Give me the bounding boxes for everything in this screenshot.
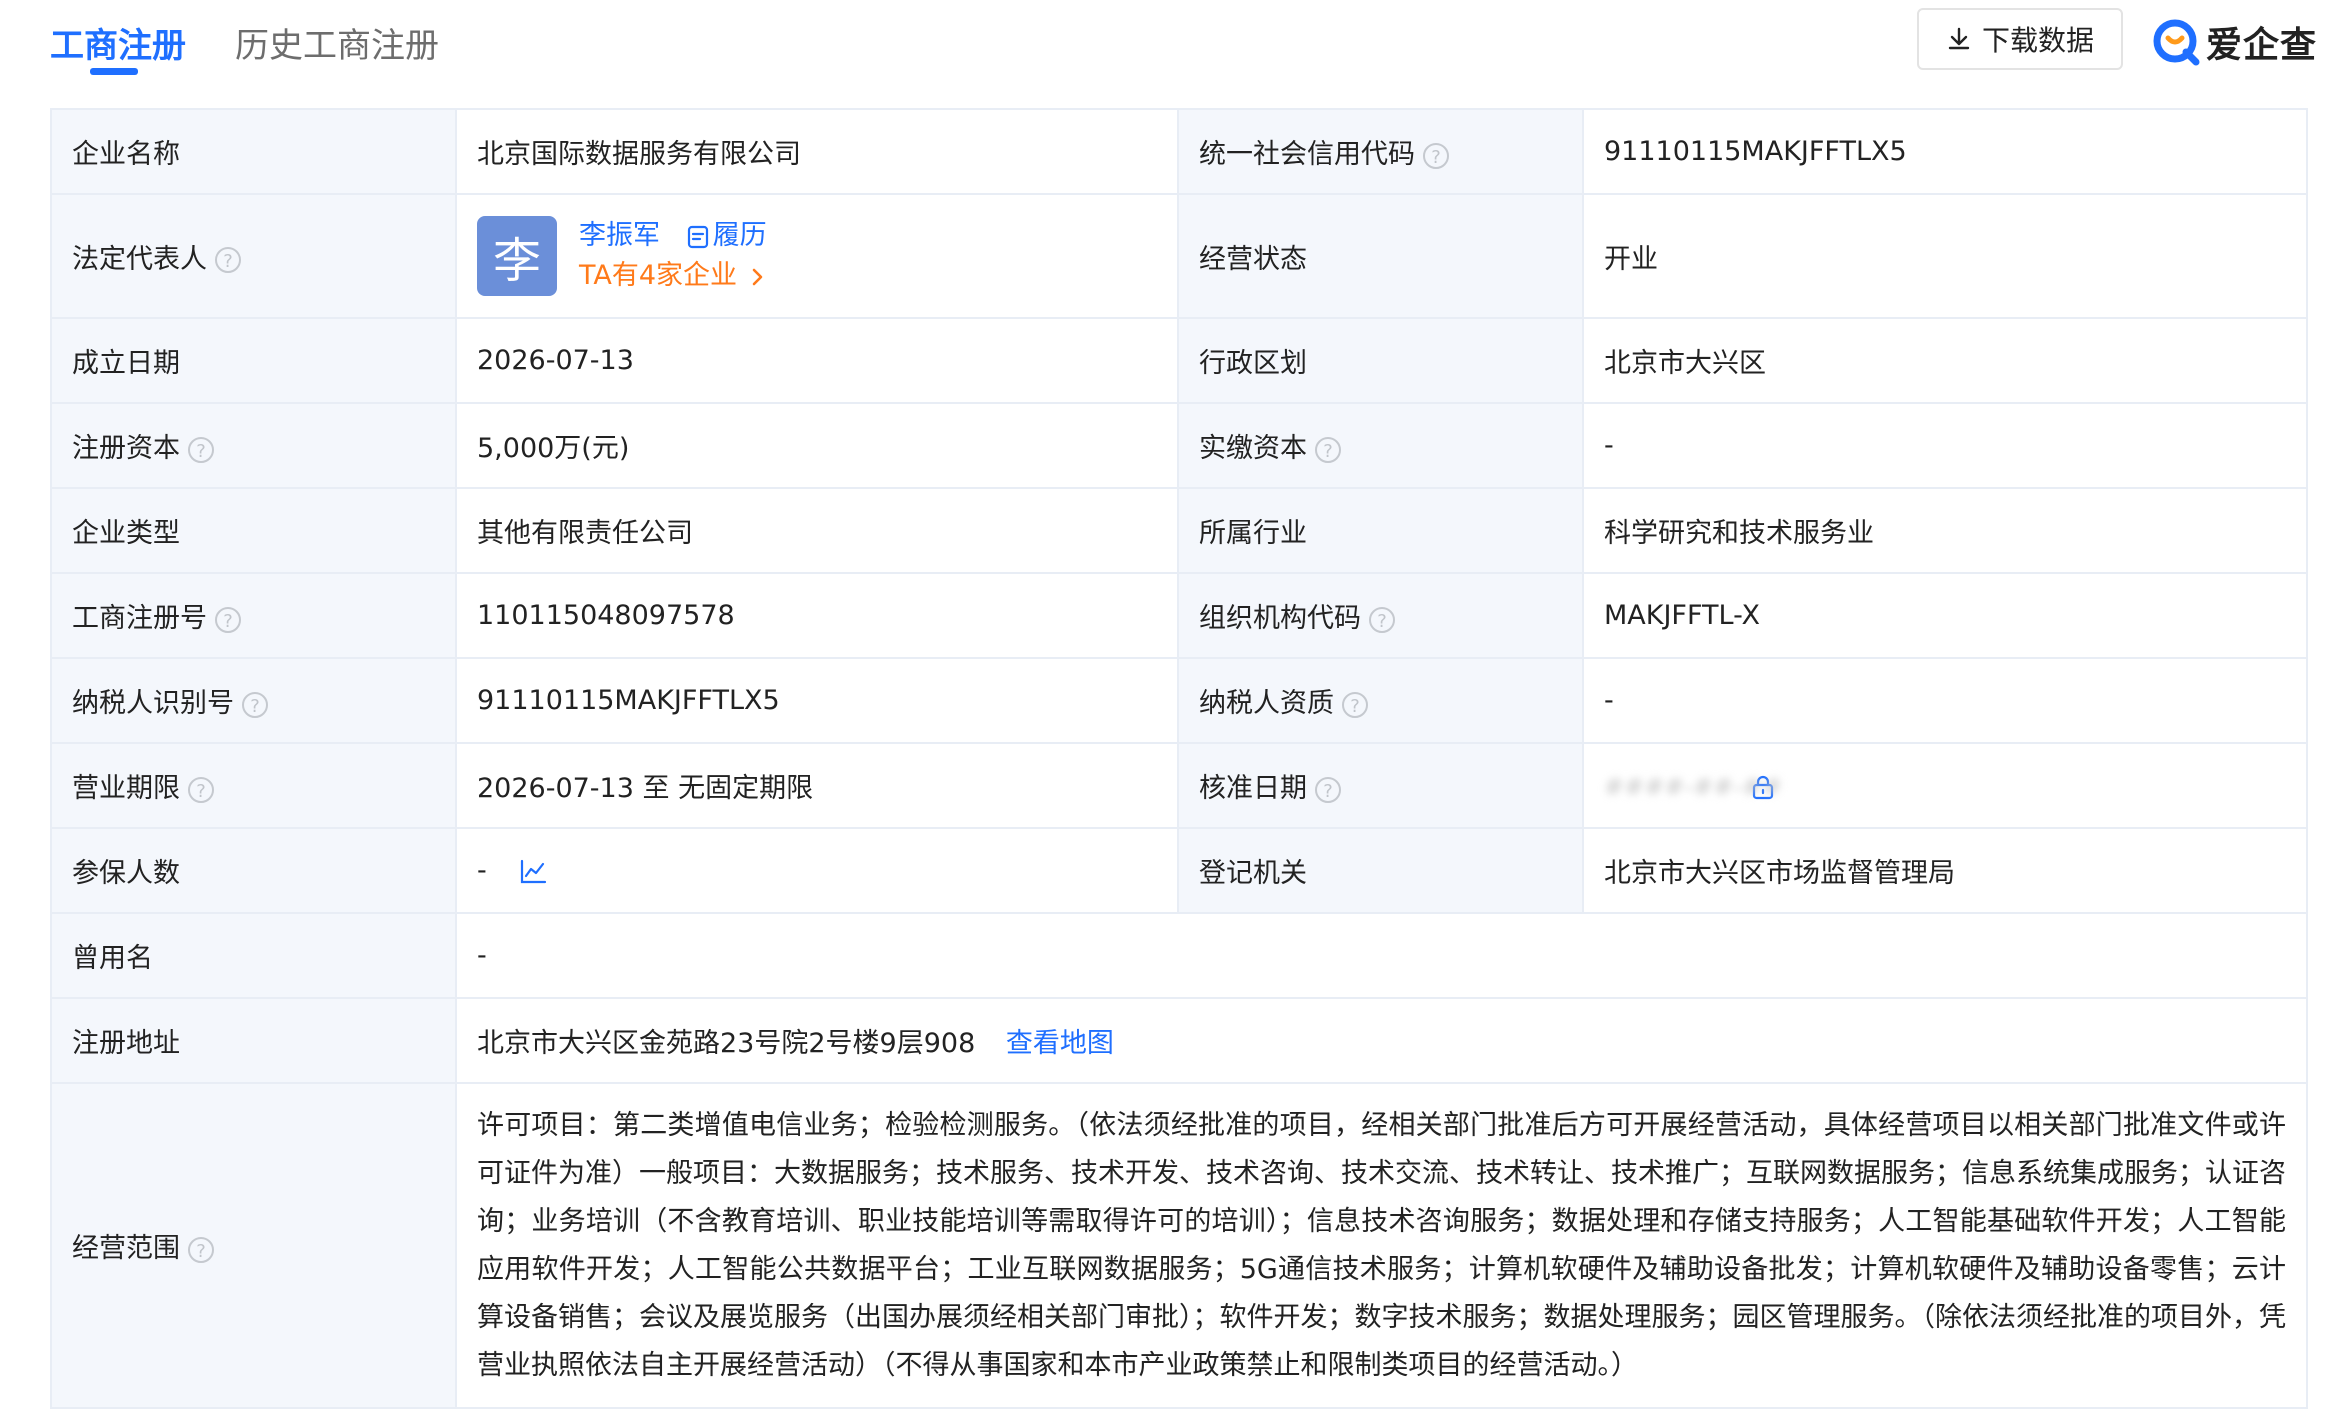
type-label: 企业类型 [50,487,457,574]
org-code-value: MAKJFFTL-X [1582,572,2308,659]
brand-logo[interactable]: 爱企查 [2150,14,2317,70]
avatar[interactable]: 李 [477,216,557,296]
address-value: 北京市大兴区金苑路23号院2号楼9层908 查看地图 [455,997,2308,1084]
org-code-label: 组织机构代码? [1177,572,1584,659]
chevron-right-icon [752,268,762,285]
former-name-value: - [455,912,2308,999]
est-date-label: 成立日期 [50,317,457,404]
region-value: 北京市大兴区 [1582,317,2308,404]
former-name-label: 曾用名 [50,912,457,999]
aiqicha-logo-icon [2153,19,2200,66]
tax-id-value: 91110115MAKJFFTLX5 [455,657,1179,744]
type-value: 其他有限责任公司 [455,487,1179,574]
help-icon[interactable]: ? [242,691,268,718]
insured-label: 参保人数 [50,827,457,914]
help-icon[interactable]: ? [215,247,241,273]
legal-rep-label: 法定代表人? [50,193,457,319]
term-value: 2026-07-13 至 无固定期限 [455,742,1179,829]
status-value: 开业 [1582,193,2308,319]
authority-label: 登记机关 [1177,827,1584,914]
credit-code-value: 91110115MAKJFFTLX5 [1582,108,2308,195]
taxpayer-qual-value: - [1582,657,2308,744]
company-name-label: 企业名称 [50,108,457,195]
table-row: 营业期限? 2026-07-13 至 无固定期限 核准日期? ####-##-#… [50,742,2308,829]
help-icon[interactable]: ? [1315,436,1341,463]
est-date-value: 2026-07-13 [455,317,1179,404]
credit-code-label: 统一社会信用代码? [1177,108,1584,195]
address-label: 注册地址 [50,997,457,1084]
scope-label: 经营范围? [50,1082,457,1409]
table-row: 工商注册号? 110115048097578 组织机构代码? MAKJFFTL-… [50,572,2308,659]
table-row: 曾用名 - [50,912,2308,999]
help-icon[interactable]: ? [215,606,241,633]
approval-date-blurred: ####-##-## [1604,772,1783,801]
table-row: 注册资本? 5,000万(元) 实缴资本? - [50,402,2308,489]
legal-rep-value: 李 李振军 履历 TA有4家企业 [455,193,1179,319]
related-companies-link[interactable]: TA有4家企业 [579,256,767,296]
view-map-link[interactable]: 查看地图 [1006,1028,1114,1059]
tab-history-registration[interactable]: 历史工商注册 [235,18,439,67]
help-icon[interactable]: ? [1342,691,1368,718]
business-info-table: 企业名称 北京国际数据服务有限公司 统一社会信用代码? 91110115MAKJ… [50,108,2308,1409]
term-label: 营业期限? [50,742,457,829]
download-label: 下载数据 [1981,24,2094,57]
table-row: 纳税人识别号? 91110115MAKJFFTLX5 纳税人资质? - [50,657,2308,744]
table-row: 企业名称 北京国际数据服务有限公司 统一社会信用代码? 91110115MAKJ… [50,108,2308,195]
table-row: 成立日期 2026-07-13 行政区划 北京市大兴区 [50,317,2308,404]
approval-date-label: 核准日期? [1177,742,1584,829]
tax-id-label: 纳税人识别号? [50,657,457,744]
authority-value: 北京市大兴区市场监督管理局 [1582,827,2308,914]
paid-capital-label: 实缴资本? [1177,402,1584,489]
table-row: 法定代表人? 李 李振军 履历 TA有4家企业 经营状态 开业 [50,193,2308,319]
taxpayer-qual-label: 纳税人资质? [1177,657,1584,744]
document-icon [687,225,708,248]
table-row: 参保人数 - 登记机关 北京市大兴区市场监督管理局 [50,827,2308,914]
download-data-button[interactable]: 下载数据 [1917,8,2123,70]
scope-value: 许可项目：第二类增值电信业务；检验检测服务。（依法须经批准的项目，经相关部门批准… [455,1082,2308,1409]
reg-no-label: 工商注册号? [50,572,457,659]
industry-label: 所属行业 [1177,487,1584,574]
reg-capital-value: 5,000万(元) [455,402,1179,489]
help-icon[interactable]: ? [1423,142,1449,169]
top-bar: 工商注册 历史工商注册 下载数据 爱企查 [0,0,2326,96]
approval-date-value[interactable]: ####-##-## [1582,742,2308,829]
table-row: 经营范围? 许可项目：第二类增值电信业务；检验检测服务。（依法须经批准的项目，经… [50,1082,2308,1409]
company-name-value: 北京国际数据服务有限公司 [455,108,1179,195]
industry-value: 科学研究和技术服务业 [1582,487,2308,574]
help-icon[interactable]: ? [188,1236,214,1263]
status-label: 经营状态 [1177,193,1584,319]
brand-name: 爱企查 [2206,25,2318,66]
table-row: 企业类型 其他有限责任公司 所属行业 科学研究和技术服务业 [50,487,2308,574]
table-row: 注册地址 北京市大兴区金苑路23号院2号楼9层908 查看地图 [50,997,2308,1084]
help-icon[interactable]: ? [1315,776,1341,803]
region-label: 行政区划 [1177,317,1584,404]
resume-link[interactable]: 履历 [713,220,767,251]
trend-chart-icon[interactable] [519,859,547,885]
help-icon[interactable]: ? [188,776,214,803]
help-icon[interactable]: ? [1369,606,1395,633]
help-icon[interactable]: ? [188,436,214,463]
paid-capital-value: - [1582,402,2308,489]
tab-business-registration[interactable]: 工商注册 [50,18,186,67]
reg-capital-label: 注册资本? [50,402,457,489]
legal-rep-name-link[interactable]: 李振军 [579,220,660,251]
insured-value: - [455,827,1179,914]
reg-no-value: 110115048097578 [455,572,1179,659]
download-icon [1948,27,1970,50]
active-tab-indicator [90,68,138,75]
